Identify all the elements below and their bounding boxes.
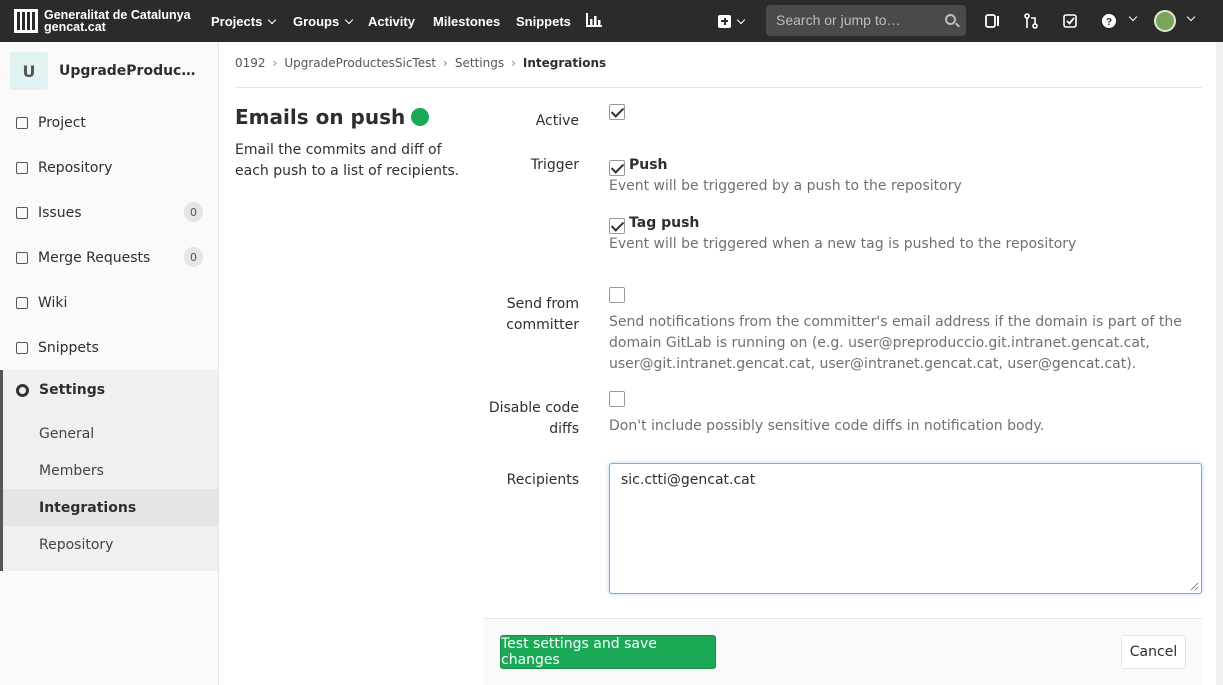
sidebar-item-settings[interactable]: Settings [16,382,105,398]
merge-request-icon[interactable] [1023,13,1039,29]
breadcrumb-project[interactable]: UpgradeProductesSicTest [284,56,436,70]
sidebar-item-wiki[interactable]: Wiki [0,280,218,325]
todo-icon[interactable] [1062,13,1078,29]
service-description: Email the commits and diff of each push … [235,142,460,179]
chevron-down-icon [344,15,354,24]
sidebar-subitem-integrations[interactable]: Integrations [3,489,218,526]
sidebar-settings-group: Settings General Members Integrations Re… [0,370,218,571]
breadcrumb-current[interactable]: Integrations [523,56,606,70]
recipients-label: Recipients [506,472,579,488]
new-dropdown[interactable] [718,0,746,42]
recipients-textarea[interactable] [609,463,1202,594]
gear-icon [16,383,29,397]
book-icon [16,296,28,309]
cancel-button[interactable]: Cancel [1121,635,1186,669]
scissors-icon [16,341,28,354]
top-navbar: Generalitat de Catalunya gencat.cat Proj… [0,0,1223,42]
chart-icon[interactable] [586,13,602,27]
sidebar-item-repository[interactable]: Repository [0,145,218,190]
push-checkbox[interactable] [609,160,625,176]
sidebar-item-merge-requests[interactable]: Merge Requests 0 [0,235,218,280]
active-label: Active [535,113,579,129]
issues-icon [16,206,28,219]
project-name: UpgradeProductesSicTest [59,63,199,79]
chevron-down-icon [1128,12,1138,22]
tag-push-help-text: Event will be triggered when a new tag i… [609,236,1077,252]
chevron-right-icon: › [272,56,278,70]
search-icon [945,14,956,25]
push-help-text: Event will be triggered by a push to the… [609,178,962,194]
breadcrumb-settings[interactable]: Settings [455,56,504,70]
active-status-icon [411,108,430,126]
chevron-down-icon [1186,12,1196,22]
sidebar-subitem-members[interactable]: Members [3,452,218,489]
sidebar-subitem-repository[interactable]: Repository [3,526,218,563]
brand-domain: gencat.cat [44,20,106,34]
search-input[interactable]: Search or jump to… [766,5,966,36]
sidebar-item-project[interactable]: Project [0,100,218,145]
chevron-right-icon: › [511,56,516,70]
generalitat-logo-icon [14,9,38,33]
chevron-down-icon [736,15,746,24]
send-from-committer-label: Send from committer [506,296,579,333]
send-from-committer-help-text: Send notifications from the committer's … [609,314,1182,372]
page-title: Emails on push [235,105,430,129]
breadcrumb-group[interactable]: 0192 [235,56,266,70]
merge-request-icon [16,251,28,264]
help-icon[interactable]: ? [1101,13,1117,29]
disable-code-diffs-label: Disable code diffs [488,400,579,437]
tag-push-checkbox[interactable] [609,218,625,234]
nav-milestones[interactable]: Milestones [424,0,509,42]
disable-code-diffs-help-text: Don't include possibly sensitive code di… [609,418,1045,434]
scrollbar[interactable] [1216,42,1223,685]
resize-grip-icon[interactable] [1189,581,1199,591]
chevron-down-icon [268,15,277,24]
project-avatar: U [10,52,48,90]
nav-projects[interactable]: Projects [202,0,284,42]
chevron-right-icon: › [443,56,448,70]
disable-code-diffs-checkbox[interactable] [609,391,625,407]
sidebar-item-snippets[interactable]: Snippets [0,325,218,370]
sidebar-item-issues[interactable]: Issues 0 [0,190,218,235]
active-checkbox[interactable] [609,104,625,120]
nav-activity[interactable]: Activity [359,0,424,42]
test-and-save-button[interactable]: Test settings and save changes [500,635,716,669]
trigger-label: Trigger [530,157,579,173]
doc-icon [16,161,28,174]
sidebar-subitem-general[interactable]: General [3,415,218,452]
nav-snippets[interactable]: Snippets [507,0,580,42]
user-avatar[interactable] [1154,10,1176,32]
svg-text:?: ? [1106,17,1112,28]
merge-requests-count-badge: 0 [184,247,203,267]
breadcrumb: 0192 › UpgradeProductesSicTest › Settings ›… [235,56,606,70]
plus-icon [718,14,731,28]
tag-push-label[interactable]: Tag push [629,215,699,231]
brand-logo-link[interactable]: Generalitat de Catalunya gencat.cat [0,9,200,33]
issues-icon[interactable] [984,13,1000,29]
home-icon [16,116,28,129]
project-header[interactable]: U UpgradeProductesSicTest [10,52,199,90]
project-sidebar: U UpgradeProductesSicTest Project Reposi… [0,42,219,685]
issues-count-badge: 0 [184,202,203,222]
push-label[interactable]: Push [629,157,668,173]
send-from-committer-checkbox[interactable] [609,287,625,303]
nav-groups[interactable]: Groups [284,0,361,42]
divider [235,87,1202,88]
